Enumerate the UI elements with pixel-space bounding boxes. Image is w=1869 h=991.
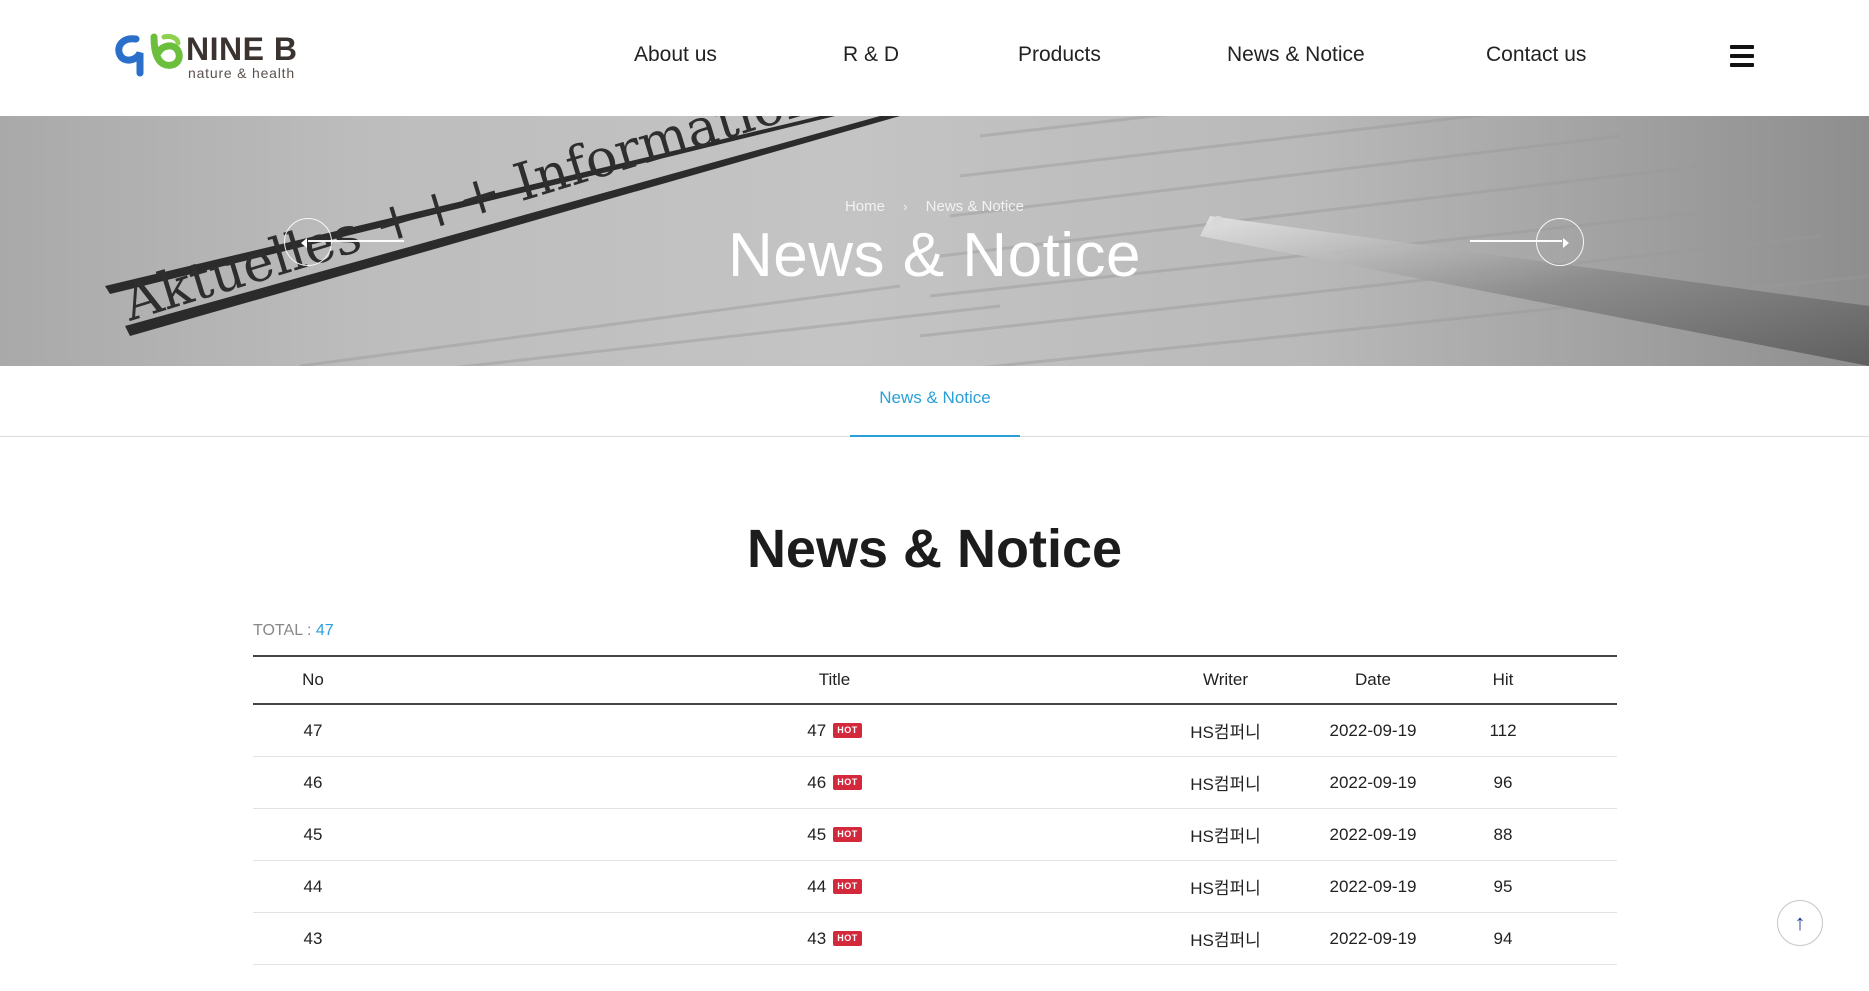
row-hit: 96 (1493, 772, 1513, 792)
row-date: 2022-09-19 (1329, 928, 1417, 948)
total-value: 47 (315, 622, 334, 639)
total-label: TOTAL : (253, 622, 316, 639)
hot-badge: HOT (833, 775, 862, 790)
row-no: 46 (303, 772, 323, 792)
table-row[interactable]: 43 43 HOT HS컴퍼니 2022-09-19 94 (253, 913, 1617, 965)
header-date: Date (1355, 670, 1391, 689)
banner-title: News & Notice (727, 221, 1142, 290)
row-date: 2022-09-19 (1329, 772, 1417, 792)
hot-badge: HOT (833, 827, 862, 842)
header-no: No (302, 670, 324, 689)
hamburger-bar (1730, 54, 1754, 58)
tab-news-notice[interactable]: News & Notice (850, 366, 1020, 437)
sub-tab-bar: News & Notice (0, 366, 1869, 437)
nav-r-and-d[interactable]: R & D (843, 43, 899, 67)
main-nav: About us R & D Products News & Notice Co… (0, 38, 1869, 74)
row-hit: 88 (1493, 824, 1513, 844)
row-no: 43 (303, 928, 323, 948)
arrow-right-icon (1563, 238, 1569, 248)
chevron-right-icon: › (903, 199, 908, 214)
breadcrumb-current: News & Notice (925, 198, 1025, 215)
hot-badge: HOT (833, 723, 862, 738)
header-hit: Hit (1492, 670, 1514, 689)
row-date: 2022-09-19 (1329, 876, 1417, 896)
table-header: No Title Writer Date Hit (253, 655, 1617, 705)
board-title: News & Notice (746, 519, 1123, 579)
prev-arrow-button[interactable] (284, 218, 332, 266)
row-no: 45 (303, 824, 323, 844)
hot-badge: HOT (833, 931, 862, 946)
table-row[interactable]: 45 45 HOT HS컴퍼니 2022-09-19 88 (253, 809, 1617, 861)
row-hit: 95 (1493, 876, 1513, 896)
row-writer: HS컴퍼니 (1190, 931, 1261, 950)
arrow-up-icon: ↑ (1794, 910, 1806, 935)
hamburger-bar (1730, 63, 1754, 67)
row-title: 43 (807, 928, 827, 948)
row-title: 47 (807, 720, 827, 740)
next-arrow-button[interactable] (1536, 218, 1584, 266)
scroll-to-top-button[interactable]: ↑ (1777, 900, 1823, 946)
row-writer: HS컴퍼니 (1190, 827, 1261, 846)
nav-about-us[interactable]: About us (634, 43, 717, 67)
notice-table: No Title Writer Date Hit 47 47 HOT HS컴퍼니 … (253, 655, 1617, 965)
total-count: TOTAL : 47 (253, 622, 334, 640)
table-row[interactable]: 47 47 HOT HS컴퍼니 2022-09-19 112 (253, 705, 1617, 757)
nav-products[interactable]: Products (1018, 43, 1101, 67)
breadcrumb-home[interactable]: Home (845, 198, 885, 215)
hot-badge: HOT (833, 879, 862, 894)
nav-contact-us[interactable]: Contact us (1486, 43, 1586, 67)
row-title: 44 (807, 876, 827, 896)
row-writer: HS컴퍼니 (1190, 723, 1261, 742)
row-title: 45 (807, 824, 827, 844)
row-hit: 112 (1489, 720, 1517, 740)
nav-news-notice[interactable]: News & Notice (1227, 43, 1365, 67)
table-row[interactable]: 44 44 HOT HS컴퍼니 2022-09-19 95 (253, 861, 1617, 913)
hamburger-bar (1730, 45, 1754, 49)
row-date: 2022-09-19 (1329, 824, 1417, 844)
hero-banner: Aktuelles +++ Informationen + + Home › N… (0, 116, 1869, 366)
row-hit: 94 (1493, 928, 1513, 948)
header-writer: Writer (1202, 670, 1248, 689)
table-row[interactable]: 46 46 HOT HS컴퍼니 2022-09-19 96 (253, 757, 1617, 809)
prev-arrow-line (308, 240, 404, 242)
row-writer: HS컴퍼니 (1190, 775, 1261, 794)
row-no: 44 (303, 876, 323, 896)
site-header: NINE B nature & health About us R & D Pr… (0, 0, 1869, 116)
row-no: 47 (303, 720, 323, 740)
arrow-left-icon (301, 238, 307, 248)
row-title: 46 (807, 772, 827, 792)
row-date: 2022-09-19 (1329, 720, 1417, 740)
hamburger-icon[interactable] (1730, 45, 1754, 67)
row-writer: HS컴퍼니 (1190, 879, 1261, 898)
breadcrumb: Home › News & Notice (0, 198, 1869, 215)
